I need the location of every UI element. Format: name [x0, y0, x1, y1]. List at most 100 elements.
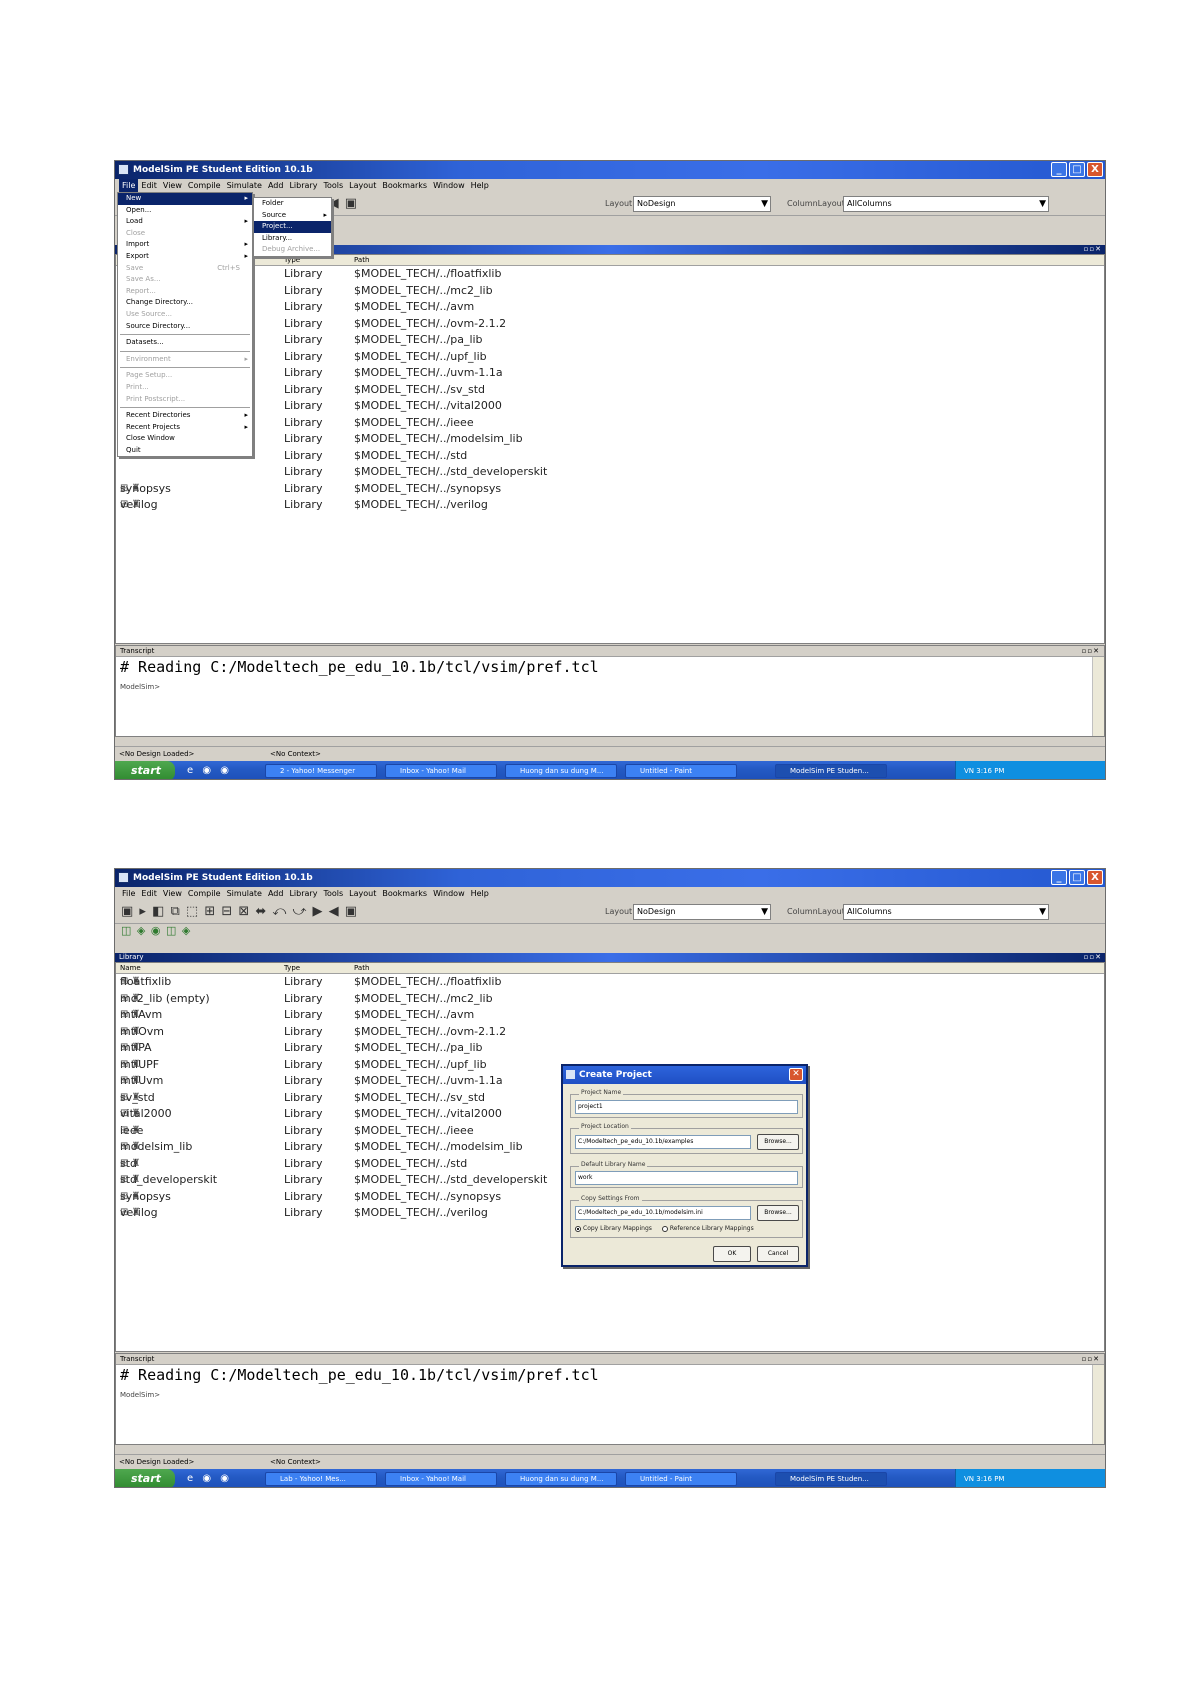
- pane-controls[interactable]: ▫▫✕: [1082, 646, 1100, 657]
- pane-controls[interactable]: ▫▫✕: [1082, 1354, 1100, 1365]
- menu-item[interactable]: Recent Directories ▸: [118, 410, 252, 422]
- table-row[interactable]: ⊞ ♜ mtiOvm Library $MODEL_TECH/../ovm-2.1.2: [116, 1024, 1104, 1041]
- menu-compile[interactable]: Compile: [185, 179, 224, 192]
- library-icon[interactable]: ⊞ ♜: [120, 1172, 141, 1189]
- menu-item[interactable]: Library...: [254, 233, 331, 245]
- menu-item[interactable]: Close Window: [118, 433, 252, 445]
- menu-file[interactable]: File: [119, 887, 138, 900]
- taskbar-item[interactable]: Untitled - Paint: [625, 1472, 737, 1486]
- library-icon[interactable]: ⊞ ♜: [120, 1024, 141, 1041]
- taskbar-item[interactable]: Inbox - Yahoo! Mail: [385, 1472, 497, 1486]
- close-button[interactable]: X: [1087, 162, 1103, 177]
- table-row[interactable]: ⊞ ♜ mtiAvm Library $MODEL_TECH/../avm: [116, 1007, 1104, 1024]
- ok-button[interactable]: OK: [713, 1246, 751, 1262]
- menu-item[interactable]: Import ▸: [118, 239, 252, 251]
- taskbar-item[interactable]: Lab - Yahoo! Mes...: [265, 1472, 377, 1486]
- library-icon[interactable]: ⊞ ♜: [120, 1040, 141, 1057]
- menu-item[interactable]: Environment ▸: [118, 354, 252, 366]
- browse-location-button[interactable]: Browse...: [757, 1134, 799, 1150]
- menu-layout[interactable]: Layout: [346, 179, 379, 192]
- table-row[interactable]: Library $MODEL_TECH/../mc2_lib: [116, 283, 1104, 300]
- pane-controls[interactable]: ▫▫✕: [1084, 953, 1102, 962]
- layout-select[interactable]: NoDesign ▼: [633, 196, 771, 212]
- column-layout-select[interactable]: AllColumns ▼: [843, 904, 1049, 920]
- toolbar-icons-2[interactable]: ◫ ◈ ◉ ◫ ◈: [121, 924, 191, 937]
- menu-add[interactable]: Add: [265, 179, 287, 192]
- table-row[interactable]: Library $MODEL_TECH/../floatfixlib: [116, 266, 1104, 283]
- table-row[interactable]: Library $MODEL_TECH/../avm: [116, 299, 1104, 316]
- layout-select[interactable]: NoDesign ▼: [633, 904, 771, 920]
- table-row[interactable]: Library $MODEL_TECH/../upf_lib: [116, 349, 1104, 366]
- library-icon[interactable]: ⊞ ♜: [120, 1073, 141, 1090]
- menu-item[interactable]: Source ▸: [254, 210, 331, 222]
- table-row[interactable]: Library $MODEL_TECH/../ovm-2.1.2: [116, 316, 1104, 333]
- project-location-input[interactable]: C:/Modeltech_pe_edu_10.1b/examples: [575, 1135, 751, 1149]
- cancel-button[interactable]: Cancel: [757, 1246, 799, 1262]
- menu-tools[interactable]: Tools: [320, 887, 346, 900]
- menu-help[interactable]: Help: [468, 179, 492, 192]
- column-path[interactable]: Path: [354, 963, 369, 974]
- maximize-button[interactable]: □: [1069, 870, 1085, 885]
- library-icon[interactable]: ⊞ ♜: [120, 974, 141, 991]
- transcript-scrollbar[interactable]: [1092, 657, 1104, 736]
- radio-reference-mappings[interactable]: [661, 1225, 668, 1232]
- taskbar-item[interactable]: ModelSim PE Studen...: [775, 1472, 887, 1486]
- table-row[interactable]: Library $MODEL_TECH/../sv_std: [116, 382, 1104, 399]
- radio-copy-mappings[interactable]: [575, 1225, 581, 1232]
- column-path[interactable]: Path: [354, 255, 369, 266]
- taskbar-item[interactable]: Untitled - Paint: [625, 764, 737, 778]
- taskbar-item[interactable]: ModelSim PE Studen...: [775, 764, 887, 778]
- library-icon[interactable]: ⊞ ♜: [120, 1156, 141, 1173]
- menu-item[interactable]: New ▸: [118, 193, 252, 205]
- close-button[interactable]: X: [1087, 870, 1103, 885]
- menu-item[interactable]: Close: [118, 228, 252, 240]
- menu-edit[interactable]: Edit: [138, 179, 160, 192]
- menu-window[interactable]: Window: [430, 887, 468, 900]
- dialog-close-button[interactable]: ✕: [789, 1068, 803, 1081]
- transcript-prompt[interactable]: ModelSim>: [116, 1391, 1104, 1399]
- library-icon[interactable]: ⊞ ♜: [120, 1106, 141, 1123]
- menu-item[interactable]: Page Setup...: [118, 370, 252, 382]
- table-row[interactable]: ⊞ ♜ mtiPA Library $MODEL_TECH/../pa_lib: [116, 1040, 1104, 1057]
- menu-layout[interactable]: Layout: [346, 887, 379, 900]
- menu-item[interactable]: Change Directory...: [118, 297, 252, 309]
- menu-edit[interactable]: Edit: [138, 887, 160, 900]
- taskbar-item[interactable]: Huong dan su dung M...: [505, 764, 617, 778]
- menu-compile[interactable]: Compile: [185, 887, 224, 900]
- quick-launch-icons[interactable]: e ◉ ◉: [187, 1473, 232, 1484]
- transcript-prompt[interactable]: ModelSim>: [116, 683, 1104, 691]
- table-row[interactable]: Library $MODEL_TECH/../vital2000: [116, 398, 1104, 415]
- table-row[interactable]: Library $MODEL_TECH/../uvm-1.1a: [116, 365, 1104, 382]
- menu-simulate[interactable]: Simulate: [224, 887, 265, 900]
- toolbar-icons[interactable]: ▣ ▸ ◧ ⧉ ⬚ ⊞ ⊟ ⊠ ⬌ ⤺ ⤻ ▶ ◀ ▣: [121, 904, 358, 919]
- menu-item[interactable]: Recent Projects ▸: [118, 422, 252, 434]
- column-layout-select[interactable]: AllColumns ▼: [843, 196, 1049, 212]
- pane-controls[interactable]: ▫▫✕: [1084, 245, 1102, 254]
- table-row[interactable]: ⊞ ♜ synopsys Library $MODEL_TECH/../synopsy…: [116, 481, 1104, 498]
- menu-item[interactable]: Folder: [254, 198, 331, 210]
- quick-launch-icons[interactable]: e ◉ ◉: [187, 765, 232, 776]
- library-icon[interactable]: ⊞ ♜: [120, 1123, 141, 1140]
- menu-item[interactable]: Open...: [118, 205, 252, 217]
- menu-bookmarks[interactable]: Bookmarks: [379, 179, 430, 192]
- table-row[interactable]: Library $MODEL_TECH/../modelsim_lib: [116, 431, 1104, 448]
- start-button[interactable]: start: [115, 1469, 175, 1487]
- menu-item[interactable]: Debug Archive...: [254, 244, 331, 256]
- menu-library[interactable]: Library: [286, 887, 320, 900]
- library-icon[interactable]: ⊞ ♜: [120, 1007, 141, 1024]
- library-icon[interactable]: ⊞ ♜: [120, 481, 141, 498]
- menu-item[interactable]: Use Source...: [118, 309, 252, 321]
- menu-view[interactable]: View: [160, 179, 185, 192]
- library-icon[interactable]: ⊞ ♜: [120, 1205, 141, 1222]
- menu-item[interactable]: Print...: [118, 382, 252, 394]
- table-row[interactable]: Library $MODEL_TECH/../pa_lib: [116, 332, 1104, 349]
- library-icon[interactable]: ⊞ ♜: [120, 497, 141, 514]
- menu-item[interactable]: Load ▸: [118, 216, 252, 228]
- start-button[interactable]: start: [115, 761, 175, 779]
- transcript-scrollbar[interactable]: [1092, 1365, 1104, 1444]
- menu-item[interactable]: Quit: [118, 445, 252, 457]
- menu-bookmarks[interactable]: Bookmarks: [379, 887, 430, 900]
- menu-window[interactable]: Window: [430, 179, 468, 192]
- default-library-input[interactable]: work: [575, 1171, 798, 1185]
- column-name[interactable]: Name: [120, 963, 141, 974]
